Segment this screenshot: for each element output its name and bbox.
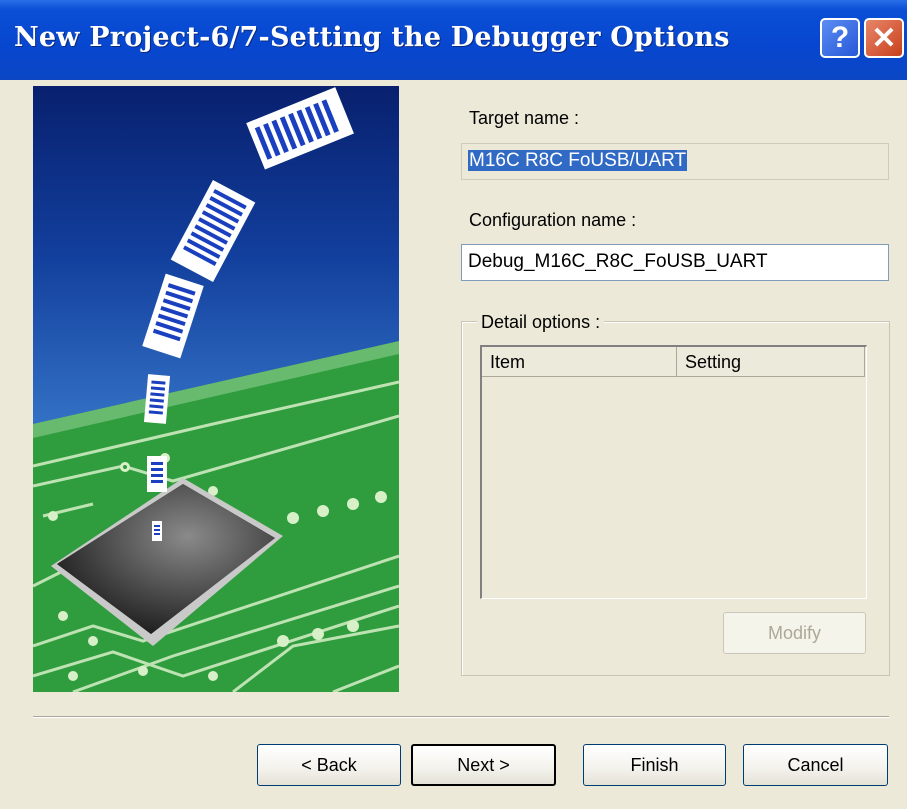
next-button[interactable]: Next > bbox=[411, 744, 556, 786]
target-name-value: M16C R8C FoUSB/UART bbox=[468, 150, 688, 171]
title-bar[interactable]: New Project-6/7-Setting the Debugger Opt… bbox=[0, 0, 907, 80]
window-title: New Project-6/7-Setting the Debugger Opt… bbox=[14, 22, 730, 53]
detail-options-label: Detail options : bbox=[477, 312, 605, 333]
close-icon: ✕ bbox=[871, 21, 897, 55]
detail-options-list[interactable]: Item Setting bbox=[480, 345, 867, 599]
help-button[interactable]: ? bbox=[820, 18, 860, 58]
window-bottom-edge bbox=[0, 804, 907, 809]
configuration-name-input[interactable]: Debug_M16C_R8C_FoUSB_UART bbox=[461, 244, 889, 281]
wizard-illustration bbox=[33, 86, 399, 692]
back-button[interactable]: < Back bbox=[257, 744, 401, 786]
column-header-setting[interactable]: Setting bbox=[677, 347, 865, 377]
target-name-label: Target name : bbox=[469, 108, 580, 128]
modify-button[interactable]: Modify bbox=[723, 612, 866, 654]
target-name-field[interactable]: M16C R8C FoUSB/UART bbox=[461, 143, 889, 180]
configuration-name-label: Configuration name : bbox=[469, 210, 637, 230]
button-separator bbox=[33, 716, 889, 718]
cancel-button[interactable]: Cancel bbox=[743, 744, 888, 786]
close-button[interactable]: ✕ bbox=[864, 18, 904, 58]
help-icon: ? bbox=[830, 21, 850, 54]
column-header-item[interactable]: Item bbox=[482, 347, 677, 377]
finish-button[interactable]: Finish bbox=[583, 744, 726, 786]
dialog-window: New Project-6/7-Setting the Debugger Opt… bbox=[0, 0, 907, 809]
